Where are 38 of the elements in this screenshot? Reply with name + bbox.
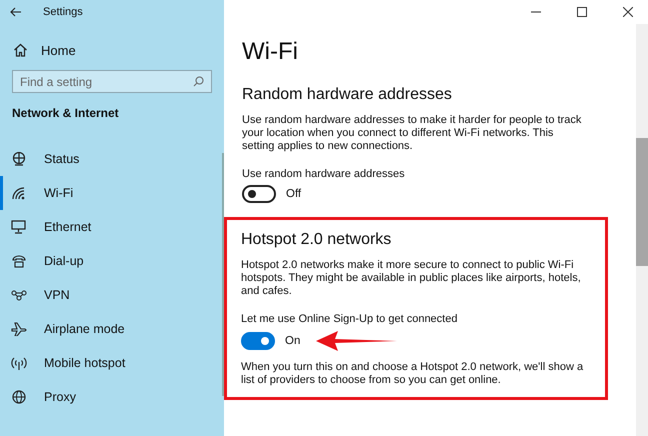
search-icon xyxy=(193,76,204,87)
home-icon xyxy=(13,43,28,57)
nav-item[interactable]: Status xyxy=(0,142,224,176)
close-icon[interactable] xyxy=(623,7,633,17)
description-text: Use random hardware addresses to make it harder for people to track your location when you connect to different Wi-Fi networks. This setting applies to new connections. xyxy=(242,114,582,153)
note-text: When you turn this on and choose a Hotspot 2.0 network, we'll show a list of providers to choose from so you can get online. xyxy=(241,361,584,387)
nav-item[interactable]: VPN xyxy=(0,278,224,312)
section-heading: Network & Internet xyxy=(12,106,120,120)
section-heading: Random hardware addresses xyxy=(242,85,453,105)
maximize-icon[interactable] xyxy=(577,7,587,17)
section-heading: Hotspot 2.0 networks xyxy=(241,230,392,250)
nav-item[interactable]: Ethernet xyxy=(0,210,224,244)
nav-item[interactable]: Proxy xyxy=(0,380,224,414)
nav-item[interactable]: Dial-up xyxy=(0,244,224,278)
toggle-label: Use random hardware addresses xyxy=(242,168,406,180)
dialup-icon xyxy=(11,254,27,268)
proxy-icon xyxy=(11,390,27,404)
description-text: Hotspot 2.0 networks make it more secure to connect to public Wi-Fi hotspots. They might be available in public places like airports, hotels, and cafes. xyxy=(241,259,582,298)
toggle-switch[interactable] xyxy=(242,185,276,203)
status-icon xyxy=(11,152,27,166)
vpn-icon xyxy=(11,288,27,302)
home-nav-item[interactable]: Home xyxy=(13,39,133,61)
airplane-icon xyxy=(11,322,27,336)
window-title: Settings xyxy=(43,6,83,18)
nav-item[interactable]: Wi-Fi xyxy=(0,176,224,210)
hotspot-icon xyxy=(11,356,27,370)
toggle-state: On xyxy=(285,335,300,347)
toggle-label: Let me use Online Sign-Up to get connected xyxy=(241,313,458,325)
ethernet-icon xyxy=(11,220,27,234)
wifi-icon xyxy=(11,186,27,200)
back-arrow-icon[interactable] xyxy=(10,7,22,17)
page-title: Wi-Fi xyxy=(242,38,299,66)
nav-item[interactable]: Airplane mode xyxy=(0,312,224,346)
toggle-switch[interactable] xyxy=(241,332,275,350)
nav-item[interactable]: Mobile hotspot xyxy=(0,346,224,380)
search-field[interactable]: Find a setting xyxy=(12,70,212,93)
scrollbar[interactable] xyxy=(636,24,648,436)
toggle-state: Off xyxy=(286,188,302,200)
